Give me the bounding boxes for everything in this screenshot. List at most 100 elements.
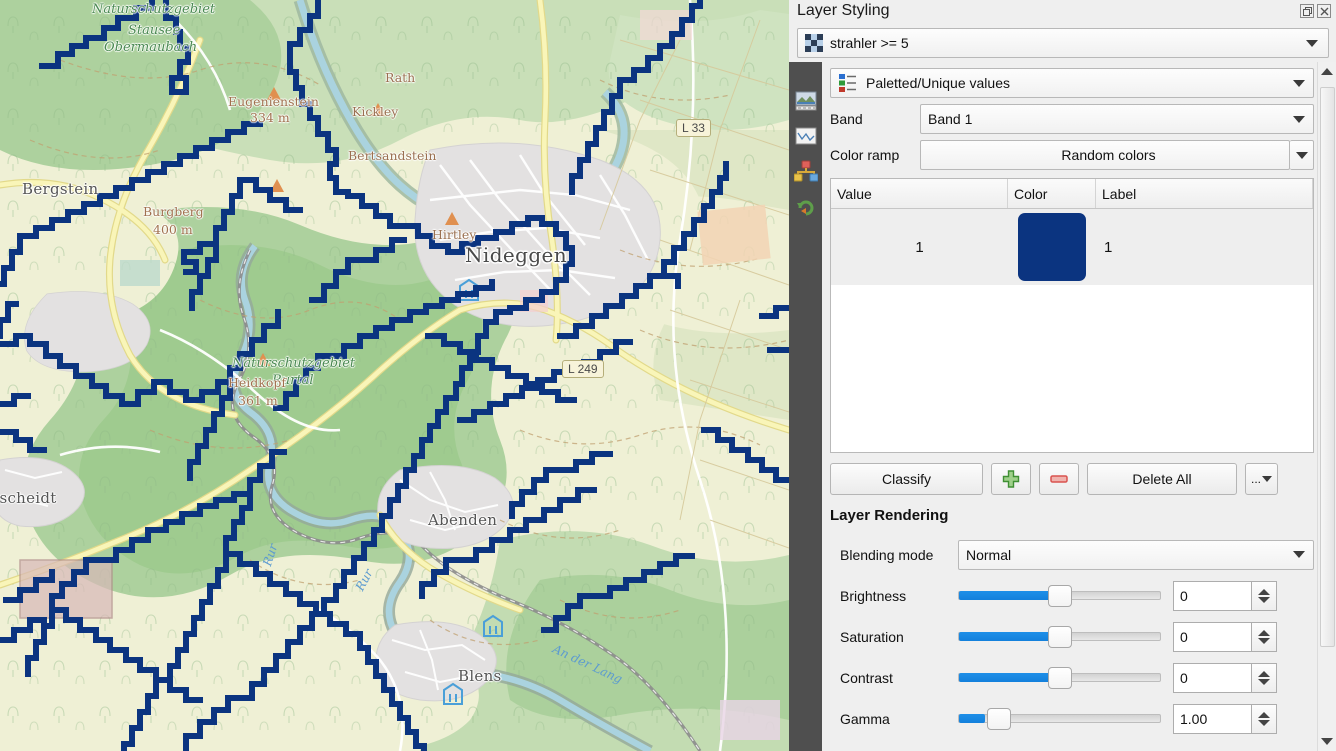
column-header-label[interactable]: Label bbox=[1096, 179, 1313, 208]
stepper-up-icon[interactable] bbox=[1258, 629, 1270, 636]
layer-selector-value: strahler >= 5 bbox=[830, 35, 909, 51]
band-combo[interactable]: Band 1 bbox=[920, 104, 1314, 134]
chevron-down-icon[interactable] bbox=[1295, 151, 1308, 159]
chevron-down-icon[interactable] bbox=[1293, 79, 1305, 87]
slider-brightness[interactable] bbox=[958, 584, 1161, 607]
slider-handle[interactable] bbox=[1047, 666, 1072, 689]
stepper-up-icon[interactable] bbox=[1258, 670, 1270, 677]
classify-button[interactable]: Classify bbox=[830, 463, 983, 495]
transparency-raster-icon[interactable] bbox=[794, 90, 818, 112]
render-sliders: Brightness 0 Saturation 0 Contrast 0 Gamma 1.00 bbox=[840, 575, 1314, 739]
scroll-up-icon[interactable] bbox=[1317, 62, 1336, 81]
map-graphics bbox=[0, 0, 789, 751]
table-row[interactable]: 1 1 bbox=[831, 209, 1313, 285]
spinbox-value[interactable]: 0 bbox=[1173, 662, 1251, 693]
slider-saturation[interactable] bbox=[958, 625, 1161, 648]
remove-class-button[interactable] bbox=[1039, 463, 1079, 495]
spinbox-gamma[interactable]: 1.00 bbox=[1173, 703, 1277, 734]
styling-content: Paletted/Unique values Band Band 1 Color bbox=[822, 62, 1336, 751]
panel-window-buttons bbox=[1300, 4, 1331, 18]
cell-label[interactable]: 1 bbox=[1096, 239, 1313, 256]
stepper-down-icon[interactable] bbox=[1258, 596, 1270, 603]
scrollbar-thumb[interactable] bbox=[1319, 87, 1335, 647]
pyramids-icon[interactable] bbox=[793, 160, 818, 182]
remove-class-icon bbox=[1050, 475, 1068, 483]
classification-table[interactable]: Value Color Label 1 1 bbox=[830, 178, 1314, 453]
band-label: Band bbox=[830, 111, 863, 127]
layer-selector-combo[interactable]: strahler >= 5 bbox=[797, 28, 1329, 58]
raster-layer-icon bbox=[805, 34, 823, 52]
color-ramp-button[interactable]: Random colors bbox=[920, 140, 1290, 170]
add-class-icon bbox=[1002, 470, 1020, 488]
color-ramp-dropdown[interactable] bbox=[1290, 140, 1314, 170]
delete-all-button[interactable]: Delete All bbox=[1087, 463, 1237, 495]
qgis-window: NideggenBergsteinAbendenBlensrscheidtNat… bbox=[0, 0, 1336, 751]
layer-styling-panel: Layer Styling strahler >= 5 Paletted/Uni… bbox=[789, 0, 1336, 751]
band-value: Band 1 bbox=[928, 111, 973, 127]
slider-handle[interactable] bbox=[986, 707, 1011, 730]
panel-title: Layer Styling bbox=[797, 2, 890, 19]
color-swatch[interactable] bbox=[1018, 213, 1086, 281]
stepper-down-icon[interactable] bbox=[1258, 678, 1270, 685]
column-header-color[interactable]: Color bbox=[1008, 179, 1096, 208]
classification-buttons: Classify Delete All ... bbox=[830, 463, 1314, 495]
column-header-value[interactable]: Value bbox=[831, 179, 1008, 208]
slider-label: Gamma bbox=[840, 710, 890, 727]
add-class-button[interactable] bbox=[991, 463, 1031, 495]
renderer-type-combo[interactable]: Paletted/Unique values bbox=[830, 68, 1314, 98]
blending-mode-label: Blending mode bbox=[840, 546, 934, 563]
scroll-down-icon[interactable] bbox=[1317, 732, 1336, 751]
layer-rendering-title: Layer Rendering bbox=[830, 507, 949, 524]
close-icon[interactable] bbox=[1317, 4, 1331, 18]
cell-color[interactable] bbox=[1008, 213, 1096, 281]
panel-scrollbar[interactable] bbox=[1317, 62, 1336, 751]
slider-handle[interactable] bbox=[1047, 625, 1072, 648]
cell-value[interactable]: 1 bbox=[831, 239, 1008, 256]
advanced-menu-label: ... bbox=[1250, 472, 1261, 486]
slider-fill bbox=[959, 591, 1055, 600]
chevron-down-icon[interactable] bbox=[1293, 115, 1305, 123]
slider-gamma[interactable] bbox=[958, 707, 1161, 730]
slider-contrast[interactable] bbox=[958, 666, 1161, 689]
slider-row-contrast: Contrast 0 bbox=[840, 657, 1314, 698]
blending-mode-row: Blending mode Normal bbox=[840, 534, 1314, 575]
spinbox-brightness[interactable]: 0 bbox=[1173, 580, 1277, 611]
spinbox-stepper[interactable] bbox=[1251, 662, 1277, 693]
table-header-row: Value Color Label bbox=[831, 179, 1313, 209]
styling-tab-rail bbox=[789, 62, 822, 751]
scrollbar-track[interactable] bbox=[1318, 81, 1336, 732]
styling-content-inner: Paletted/Unique values Band Band 1 Color bbox=[822, 62, 1336, 751]
map-canvas[interactable]: NideggenBergsteinAbendenBlensrscheidtNat… bbox=[0, 0, 789, 751]
color-ramp-value: Random colors bbox=[1061, 147, 1156, 163]
undo-history-icon[interactable] bbox=[794, 195, 818, 217]
histogram-icon[interactable] bbox=[794, 125, 818, 147]
stepper-down-icon[interactable] bbox=[1258, 719, 1270, 726]
spinbox-saturation[interactable]: 0 bbox=[1173, 621, 1277, 652]
slider-handle[interactable] bbox=[1047, 584, 1072, 607]
spinbox-contrast[interactable]: 0 bbox=[1173, 662, 1277, 693]
blending-mode-value: Normal bbox=[966, 546, 1012, 563]
paletted-renderer-icon bbox=[839, 74, 856, 92]
spinbox-value[interactable]: 0 bbox=[1173, 621, 1251, 652]
stepper-up-icon[interactable] bbox=[1258, 711, 1270, 718]
slider-fill bbox=[959, 714, 986, 723]
slider-label: Saturation bbox=[840, 628, 904, 645]
table-empty-area bbox=[831, 285, 1313, 452]
blending-mode-combo[interactable]: Normal bbox=[958, 539, 1314, 570]
chevron-down-icon[interactable] bbox=[1293, 551, 1305, 558]
spinbox-value[interactable]: 1.00 bbox=[1173, 703, 1251, 734]
slider-label: Brightness bbox=[840, 587, 907, 604]
spinbox-stepper[interactable] bbox=[1251, 703, 1277, 734]
chevron-down-icon[interactable] bbox=[1306, 39, 1318, 47]
stepper-down-icon[interactable] bbox=[1258, 637, 1270, 644]
slider-fill bbox=[959, 632, 1055, 641]
slider-row-saturation: Saturation 0 bbox=[840, 616, 1314, 657]
slider-fill bbox=[959, 673, 1055, 682]
spinbox-stepper[interactable] bbox=[1251, 621, 1277, 652]
slider-row-brightness: Brightness 0 bbox=[840, 575, 1314, 616]
spinbox-value[interactable]: 0 bbox=[1173, 580, 1251, 611]
advanced-menu-button[interactable]: ... bbox=[1245, 463, 1278, 495]
spinbox-stepper[interactable] bbox=[1251, 580, 1277, 611]
stepper-up-icon[interactable] bbox=[1258, 588, 1270, 595]
undock-icon[interactable] bbox=[1300, 4, 1314, 18]
